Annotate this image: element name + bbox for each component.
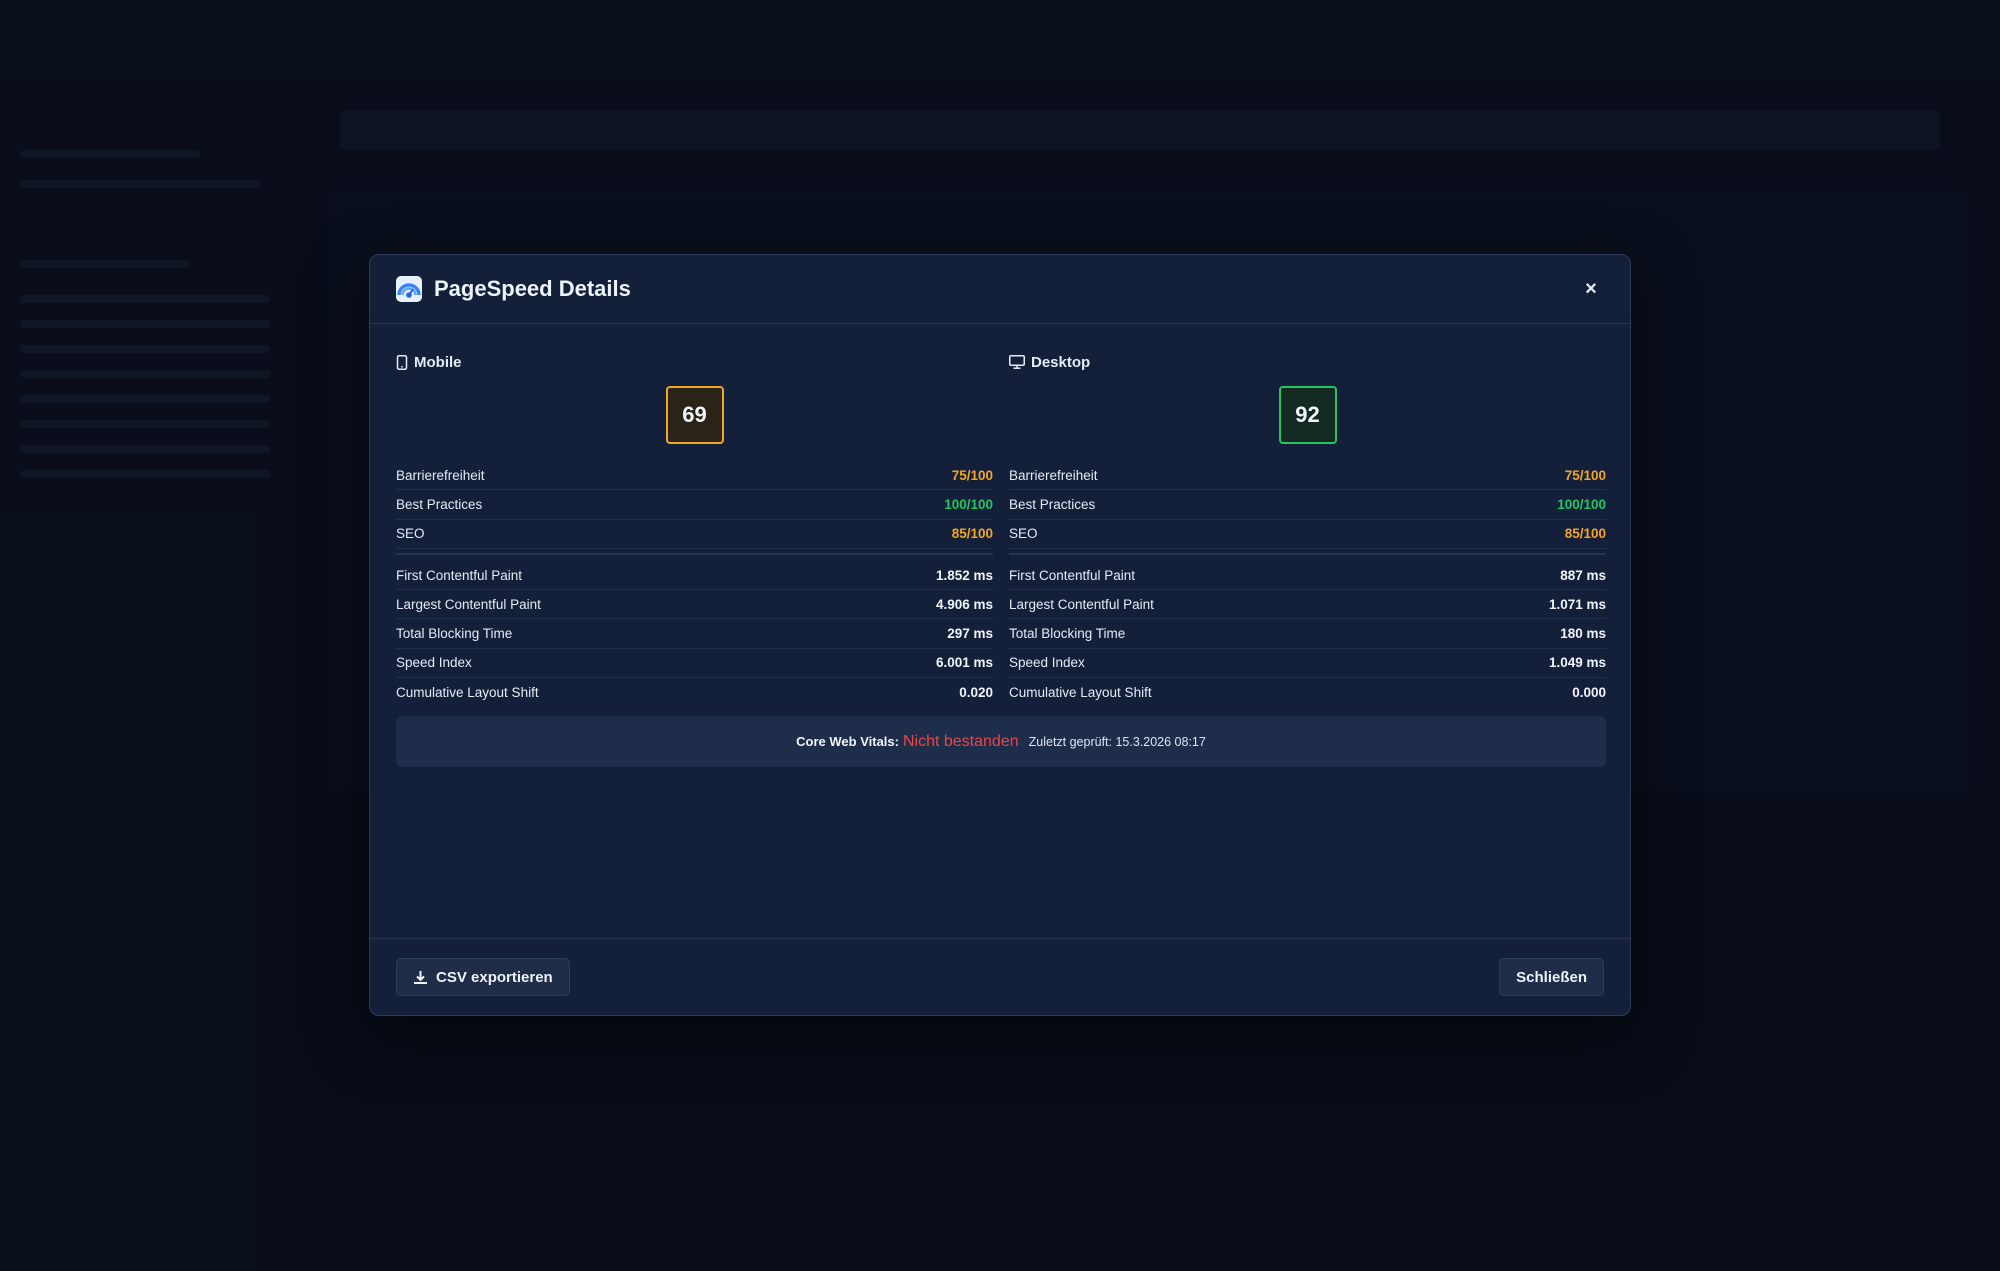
- category-row: Barrierefreiheit 75/100: [396, 461, 993, 491]
- metric-row: Speed Index 6.001 ms: [396, 649, 993, 679]
- category-value: 85/100: [951, 526, 993, 542]
- pagespeed-details-modal: PageSpeed Details × Mobile 69 Barrierefr…: [369, 254, 1631, 1016]
- metric-row: Largest Contentful Paint 4.906 ms: [396, 590, 993, 620]
- metric-value: 6.001 ms: [935, 655, 993, 671]
- modal-title: PageSpeed Details: [434, 276, 631, 301]
- mobile-score-badge: 69: [665, 386, 724, 444]
- metric-value: 1.852 ms: [935, 567, 993, 583]
- metric-row: Cumulative Layout Shift 0.020: [396, 678, 993, 707]
- modal-header: PageSpeed Details ×: [370, 255, 1630, 324]
- close-icon[interactable]: ×: [1578, 276, 1604, 302]
- mobile-phone-icon: [396, 354, 408, 370]
- metric-name: Largest Contentful Paint: [396, 596, 541, 612]
- core-web-vitals-banner: Core Web Vitals: Nicht bestanden Zuletzt…: [396, 716, 1606, 767]
- device-columns: Mobile 69 Barrierefreiheit 75/100 Best P…: [396, 351, 1606, 707]
- category-name: SEO: [1009, 526, 1038, 542]
- category-row: Best Practices 100/100: [1009, 490, 1606, 520]
- category-value: 75/100: [1564, 467, 1606, 483]
- metric-row: Total Blocking Time 297 ms: [396, 619, 993, 649]
- desktop-score-badge: 92: [1278, 386, 1337, 444]
- metric-row: First Contentful Paint 887 ms: [1009, 561, 1606, 591]
- metric-value: 1.049 ms: [1548, 655, 1606, 671]
- metric-name: Total Blocking Time: [396, 626, 513, 642]
- mobile-header: Mobile: [396, 351, 993, 373]
- last-checked-timestamp: Zuletzt geprüft: 15.3.2026 08:17: [1028, 734, 1206, 749]
- desktop-monitor-icon: [1009, 355, 1025, 369]
- pagespeed-logo-icon: [396, 276, 422, 302]
- section-divider: [396, 552, 993, 555]
- section-divider: [1009, 552, 1606, 555]
- metric-row: Total Blocking Time 180 ms: [1009, 619, 1606, 649]
- metric-value: 4.906 ms: [935, 596, 993, 612]
- category-name: Barrierefreiheit: [1009, 467, 1098, 483]
- metric-name: Total Blocking Time: [1009, 626, 1126, 642]
- close-button-label: Schließen: [1516, 968, 1587, 986]
- mobile-metric-list: First Contentful Paint 1.852 ms Largest …: [396, 561, 993, 707]
- desktop-header: Desktop: [1009, 351, 1606, 373]
- desktop-label: Desktop: [1031, 353, 1091, 371]
- mobile-column: Mobile 69 Barrierefreiheit 75/100 Best P…: [396, 351, 993, 707]
- metric-row: First Contentful Paint 1.852 ms: [396, 561, 993, 591]
- category-name: Best Practices: [1009, 496, 1096, 512]
- metric-row: Speed Index 1.049 ms: [1009, 649, 1606, 679]
- desktop-column: Desktop 92 Barrierefreiheit 75/100 Best …: [1009, 351, 1606, 707]
- metric-value: 887 ms: [1560, 567, 1606, 583]
- metric-name: Largest Contentful Paint: [1009, 596, 1154, 612]
- category-row: SEO 85/100: [1009, 520, 1606, 549]
- metric-name: Speed Index: [396, 655, 472, 671]
- metric-name: First Contentful Paint: [1009, 567, 1136, 583]
- metric-name: Cumulative Layout Shift: [396, 685, 539, 701]
- metric-name: Speed Index: [1009, 655, 1085, 671]
- category-name: Barrierefreiheit: [396, 467, 485, 483]
- mobile-category-list: Barrierefreiheit 75/100 Best Practices 1…: [396, 461, 993, 549]
- category-value: 75/100: [951, 467, 993, 483]
- category-value: 85/100: [1564, 526, 1606, 542]
- modal-footer: CSV exportieren Schließen: [370, 938, 1630, 1015]
- category-name: SEO: [396, 526, 425, 542]
- mobile-label: Mobile: [414, 353, 462, 371]
- metric-name: Cumulative Layout Shift: [1009, 685, 1152, 701]
- metric-value: 297 ms: [947, 626, 993, 642]
- csv-export-button[interactable]: CSV exportieren: [396, 958, 570, 996]
- metric-value: 1.071 ms: [1548, 596, 1606, 612]
- desktop-score-wrap: 92: [1009, 375, 1606, 455]
- category-row: Best Practices 100/100: [396, 490, 993, 520]
- download-icon: [414, 970, 427, 984]
- category-row: SEO 85/100: [396, 520, 993, 549]
- metric-row: Cumulative Layout Shift 0.000: [1009, 678, 1606, 707]
- category-value: 100/100: [1557, 496, 1606, 512]
- category-value: 100/100: [944, 496, 993, 512]
- csv-export-label: CSV exportieren: [436, 968, 553, 986]
- metric-value: 0.020: [959, 685, 993, 701]
- core-web-vitals-status: Nicht bestanden: [902, 732, 1019, 750]
- desktop-metric-list: First Contentful Paint 887 ms Largest Co…: [1009, 561, 1606, 707]
- metric-row: Largest Contentful Paint 1.071 ms: [1009, 590, 1606, 620]
- metric-value: 180 ms: [1560, 626, 1606, 642]
- mobile-score-wrap: 69: [396, 375, 993, 455]
- category-name: Best Practices: [396, 496, 483, 512]
- metric-name: First Contentful Paint: [396, 567, 523, 583]
- desktop-category-list: Barrierefreiheit 75/100 Best Practices 1…: [1009, 461, 1606, 549]
- close-button[interactable]: Schließen: [1499, 958, 1604, 996]
- core-web-vitals-label: Core Web Vitals:: [796, 734, 899, 749]
- category-row: Barrierefreiheit 75/100: [1009, 461, 1606, 491]
- metric-value: 0.000: [1572, 685, 1606, 701]
